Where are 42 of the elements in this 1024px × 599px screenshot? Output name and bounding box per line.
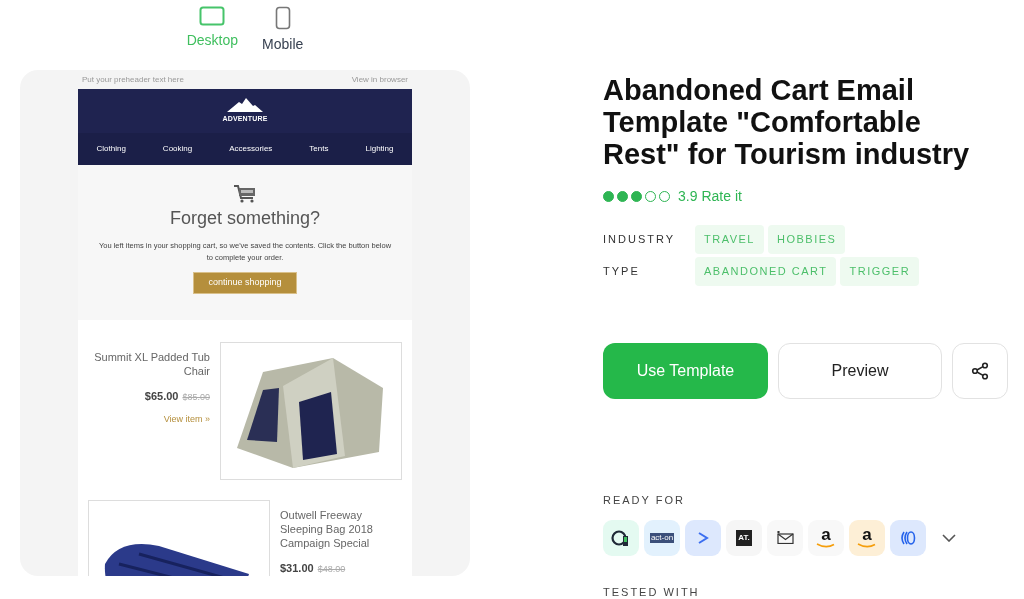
logo-text: AT.	[736, 529, 752, 546]
integration-logo[interactable]	[603, 519, 639, 556]
logo-text: a	[862, 527, 872, 543]
nav-link[interactable]: Accessories	[229, 143, 273, 155]
product-price: $31.00	[280, 561, 314, 576]
integration-logo[interactable]: a	[808, 519, 844, 556]
template-title: Abandoned Cart Email Template "Comfortable Rest" for Tourism industry	[603, 74, 971, 170]
integration-logo[interactable]	[767, 519, 803, 556]
old-price: $48.00	[317, 563, 346, 576]
nav-link[interactable]: Tents	[309, 143, 329, 155]
nav-link[interactable]: Lighting	[365, 143, 394, 155]
nav-link[interactable]: Cooking	[162, 143, 193, 155]
chevron-down-icon	[942, 533, 956, 542]
share-icon	[971, 362, 989, 380]
phone-icon	[274, 6, 291, 30]
product-price: $65.00	[144, 389, 179, 404]
tag-label: INDUSTRY	[603, 232, 677, 248]
integration-logo[interactable]: AT.	[726, 519, 762, 556]
rating-value: 3.9	[678, 187, 698, 206]
integration-logo[interactable]: a	[849, 519, 885, 556]
product-name: Outwell Freeway Sleeping Bag 2018 Campaign Special	[280, 508, 374, 550]
logo-text: act-on	[649, 532, 675, 543]
preheader-text: Put your preheader text here	[82, 73, 184, 86]
integration-logo[interactable]: act-on	[644, 519, 680, 556]
share-button[interactable]	[952, 343, 1008, 399]
ready-for-label: READY FOR	[603, 493, 686, 508]
logo-text: a	[821, 527, 831, 543]
chevron-right-icon	[697, 530, 709, 545]
envelope-icon	[776, 531, 794, 544]
preview-button[interactable]: Preview	[778, 343, 942, 399]
view-toggle-button[interactable]: Mobile	[258, 6, 308, 70]
old-price: $85.00	[182, 391, 210, 404]
email-heading: Forget something?	[169, 207, 321, 230]
monitor-icon	[199, 6, 226, 26]
waves-icon	[900, 529, 916, 546]
tag-label: TYPE	[603, 264, 641, 280]
product-name: Summit XL Padded Tub Chair	[93, 350, 210, 378]
shopping-cart-icon	[233, 185, 257, 203]
nav-link[interactable]: Clothing	[96, 143, 126, 155]
mountain-icon	[227, 97, 263, 112]
tested-with-label: TESTED WITH	[603, 584, 701, 599]
ring-icon	[611, 528, 631, 547]
